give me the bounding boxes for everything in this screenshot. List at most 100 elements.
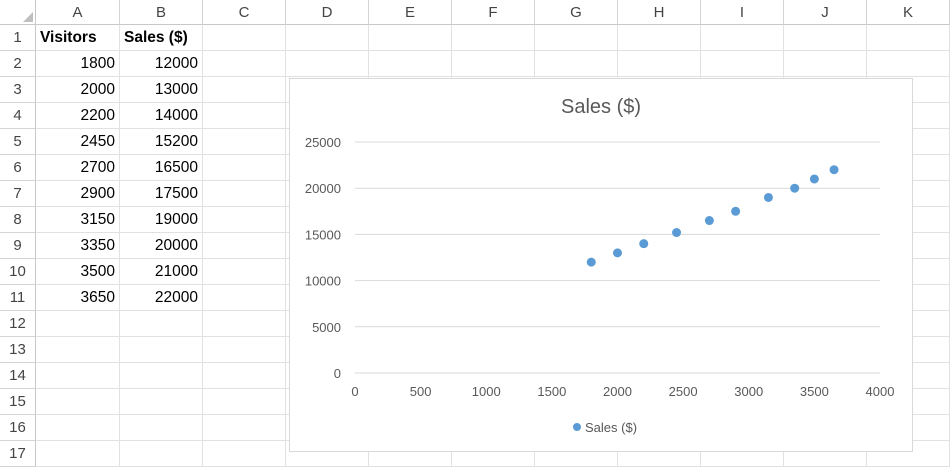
row-header-14[interactable]: 14: [0, 363, 36, 389]
empty-cell[interactable]: [203, 25, 286, 51]
sales-cell[interactable]: 22000: [120, 285, 203, 311]
empty-cell[interactable]: [535, 25, 618, 51]
data-point[interactable]: [731, 206, 741, 216]
sales-cell[interactable]: 15200: [120, 129, 203, 155]
visitors-cell[interactable]: 2000: [36, 77, 120, 103]
row-header-1[interactable]: 1: [0, 25, 36, 51]
empty-cell[interactable]: [203, 155, 286, 181]
empty-cell[interactable]: [203, 207, 286, 233]
empty-cell[interactable]: [203, 311, 286, 337]
scatter-chart[interactable]: 0 5000 10000 15000 20000 25000 0 500 1000 1500 20…: [289, 78, 913, 452]
empty-cell[interactable]: [784, 51, 867, 77]
empty-cell[interactable]: [369, 25, 452, 51]
sales-cell[interactable]: 21000: [120, 259, 203, 285]
empty-cell[interactable]: [120, 441, 203, 467]
row-header-8[interactable]: 8: [0, 207, 36, 233]
empty-cell[interactable]: [203, 103, 286, 129]
sales-cell[interactable]: 13000: [120, 77, 203, 103]
empty-cell[interactable]: [452, 51, 535, 77]
visitors-cell[interactable]: 2700: [36, 155, 120, 181]
column-header-d[interactable]: D: [286, 0, 369, 25]
empty-cell[interactable]: [120, 389, 203, 415]
empty-cell[interactable]: [867, 25, 950, 51]
data-point[interactable]: [790, 183, 800, 193]
empty-cell[interactable]: [203, 259, 286, 285]
sales-cell[interactable]: 16500: [120, 155, 203, 181]
empty-cell[interactable]: [203, 337, 286, 363]
visitors-cell[interactable]: 2900: [36, 181, 120, 207]
empty-cell[interactable]: [286, 51, 369, 77]
visitors-cell[interactable]: 1800: [36, 51, 120, 77]
data-point[interactable]: [809, 174, 819, 184]
row-header-17[interactable]: 17: [0, 441, 36, 467]
row-header-5[interactable]: 5: [0, 129, 36, 155]
sales-cell[interactable]: 14000: [120, 103, 203, 129]
empty-cell[interactable]: [203, 77, 286, 103]
row-header-13[interactable]: 13: [0, 337, 36, 363]
sales-cell[interactable]: 19000: [120, 207, 203, 233]
empty-cell[interactable]: [701, 25, 784, 51]
empty-cell[interactable]: [452, 25, 535, 51]
empty-cell[interactable]: [618, 25, 701, 51]
column-header-k[interactable]: K: [867, 0, 950, 25]
visitors-cell[interactable]: 3650: [36, 285, 120, 311]
data-point[interactable]: [639, 239, 649, 249]
empty-cell[interactable]: [203, 51, 286, 77]
visitors-cell[interactable]: 3150: [36, 207, 120, 233]
data-point[interactable]: [704, 216, 714, 226]
column-header-a[interactable]: A: [36, 0, 120, 25]
sales-cell[interactable]: 20000: [120, 233, 203, 259]
column-header-b[interactable]: B: [120, 0, 203, 25]
empty-cell[interactable]: [203, 129, 286, 155]
empty-cell[interactable]: [203, 181, 286, 207]
empty-cell[interactable]: [701, 51, 784, 77]
empty-cell[interactable]: [618, 51, 701, 77]
empty-cell[interactable]: [369, 51, 452, 77]
empty-cell[interactable]: [286, 25, 369, 51]
empty-cell[interactable]: [784, 25, 867, 51]
column-header-e[interactable]: E: [369, 0, 452, 25]
empty-cell[interactable]: [120, 337, 203, 363]
row-header-7[interactable]: 7: [0, 181, 36, 207]
empty-cell[interactable]: [36, 337, 120, 363]
empty-cell[interactable]: [203, 389, 286, 415]
chart-legend[interactable]: Sales ($): [573, 420, 637, 435]
empty-cell[interactable]: [36, 415, 120, 441]
empty-cell[interactable]: [120, 363, 203, 389]
data-point[interactable]: [829, 165, 839, 175]
row-header-15[interactable]: 15: [0, 389, 36, 415]
empty-cell[interactable]: [203, 285, 286, 311]
row-header-12[interactable]: 12: [0, 311, 36, 337]
empty-cell[interactable]: [535, 51, 618, 77]
column-header-c[interactable]: C: [203, 0, 286, 25]
row-header-2[interactable]: 2: [0, 51, 36, 77]
column-header-i[interactable]: I: [701, 0, 784, 25]
empty-cell[interactable]: [867, 51, 950, 77]
data-point[interactable]: [672, 228, 682, 238]
visitors-cell[interactable]: 3350: [36, 233, 120, 259]
row-header-4[interactable]: 4: [0, 103, 36, 129]
column-header-h[interactable]: H: [618, 0, 701, 25]
header-cell[interactable]: Visitors: [36, 25, 120, 51]
empty-cell[interactable]: [203, 233, 286, 259]
empty-cell[interactable]: [203, 363, 286, 389]
empty-cell[interactable]: [36, 311, 120, 337]
data-point[interactable]: [763, 192, 773, 202]
empty-cell[interactable]: [36, 363, 120, 389]
visitors-cell[interactable]: 2450: [36, 129, 120, 155]
sales-cell[interactable]: 17500: [120, 181, 203, 207]
chart-title[interactable]: Sales ($): [561, 96, 641, 118]
sales-cell[interactable]: 12000: [120, 51, 203, 77]
header-cell[interactable]: Sales ($): [120, 25, 203, 51]
select-all-corner[interactable]: [0, 0, 36, 25]
row-header-9[interactable]: 9: [0, 233, 36, 259]
visitors-cell[interactable]: 2200: [36, 103, 120, 129]
empty-cell[interactable]: [120, 415, 203, 441]
row-header-16[interactable]: 16: [0, 415, 36, 441]
empty-cell[interactable]: [120, 311, 203, 337]
visitors-cell[interactable]: 3500: [36, 259, 120, 285]
row-header-6[interactable]: 6: [0, 155, 36, 181]
empty-cell[interactable]: [203, 441, 286, 467]
row-header-11[interactable]: 11: [0, 285, 36, 311]
empty-cell[interactable]: [203, 415, 286, 441]
